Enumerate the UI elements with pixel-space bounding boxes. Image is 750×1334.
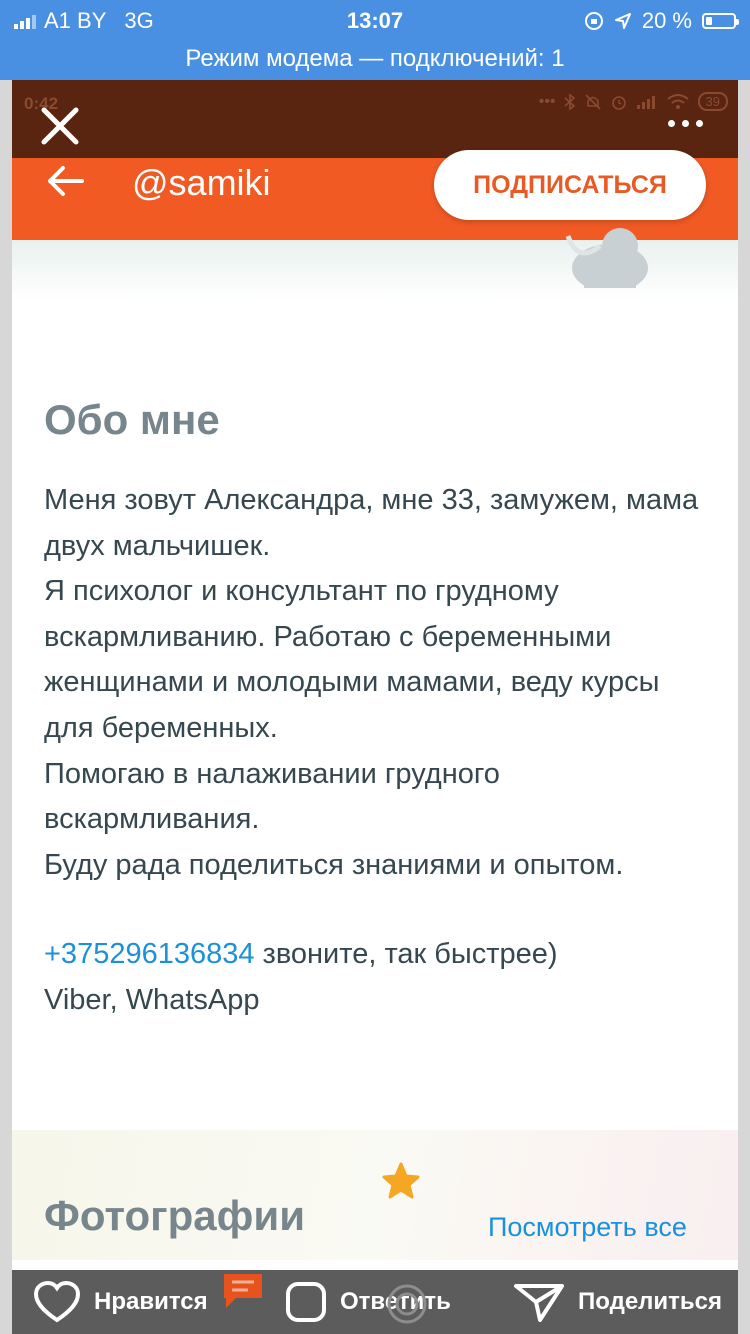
comment-icon[interactable] [220, 1270, 266, 1310]
share-icon [514, 1284, 564, 1322]
signal-icon [636, 95, 655, 109]
android-battery: 39 [697, 92, 728, 111]
orientation-lock-icon [584, 12, 603, 30]
ios-status-right: 20 % [584, 8, 739, 34]
bottom-action-bar: Нравится Ответить Поделиться [12, 1270, 738, 1334]
target-icon [387, 1284, 427, 1324]
screenshot-content: 0:42 ••• 39 @samiki ПОДПИСАТЬСЯ Обо мне … [12, 80, 738, 1334]
about-line: Я психолог и консультант по грудному вск… [44, 575, 660, 744]
close-icon[interactable] [38, 104, 82, 148]
phone-note: звоните, так быстрее) [254, 938, 558, 970]
battery-percent: 20 % [641, 8, 692, 33]
reply-icon [286, 1282, 326, 1322]
dots-icon: ••• [538, 92, 556, 110]
see-all-photos-link[interactable]: Посмотреть все [488, 1212, 687, 1243]
back-arrow-icon[interactable] [46, 164, 86, 198]
star-icon [382, 1162, 420, 1199]
phone-link[interactable]: +375296136834 [44, 938, 254, 970]
contact-info: +375296136834 звоните, так быстрее) Vibe… [44, 932, 714, 1023]
about-text: Меня зовут Александра, мне 33, замужем, … [44, 478, 714, 888]
phone-row: +375296136834 звоните, так быстрее) [44, 932, 714, 978]
share-label: Поделиться [578, 1288, 723, 1315]
heart-icon [33, 1280, 81, 1323]
battery-icon [702, 13, 739, 29]
subscribe-button[interactable]: ПОДПИСАТЬСЯ [434, 150, 706, 220]
share-button[interactable]: Поделиться [512, 1270, 722, 1334]
mute-icon [584, 93, 601, 110]
more-icon[interactable] [668, 120, 703, 127]
wifi-icon [666, 93, 689, 109]
ios-status-bar: A1 BY 3G 13:07 20 % [0, 0, 750, 40]
elephant-illustration [565, 228, 648, 288]
about-line: Меня зовут Александра, мне 33, замужем, … [44, 484, 699, 562]
hotspot-banner[interactable]: Режим модема — подключений: 1 [0, 40, 750, 80]
android-status-icons: ••• 39 [539, 92, 728, 111]
alarm-icon [611, 95, 626, 110]
like-button[interactable]: Нравится [32, 1270, 208, 1334]
photos-heading: Фотографии [44, 1192, 306, 1239]
messengers-text: Viber, WhatsApp [44, 983, 260, 1016]
bluetooth-icon [563, 92, 575, 111]
like-label: Нравится [94, 1288, 208, 1315]
about-line: Буду рада поделиться знаниями и опытом. [44, 848, 624, 881]
android-status-bar: 0:42 ••• 39 [12, 80, 738, 130]
about-line: Помогаю в налаживании грудного вскармлив… [44, 757, 500, 836]
location-icon [614, 13, 631, 29]
profile-username: @samiki [132, 162, 271, 203]
about-heading: Обо мне [44, 396, 220, 443]
